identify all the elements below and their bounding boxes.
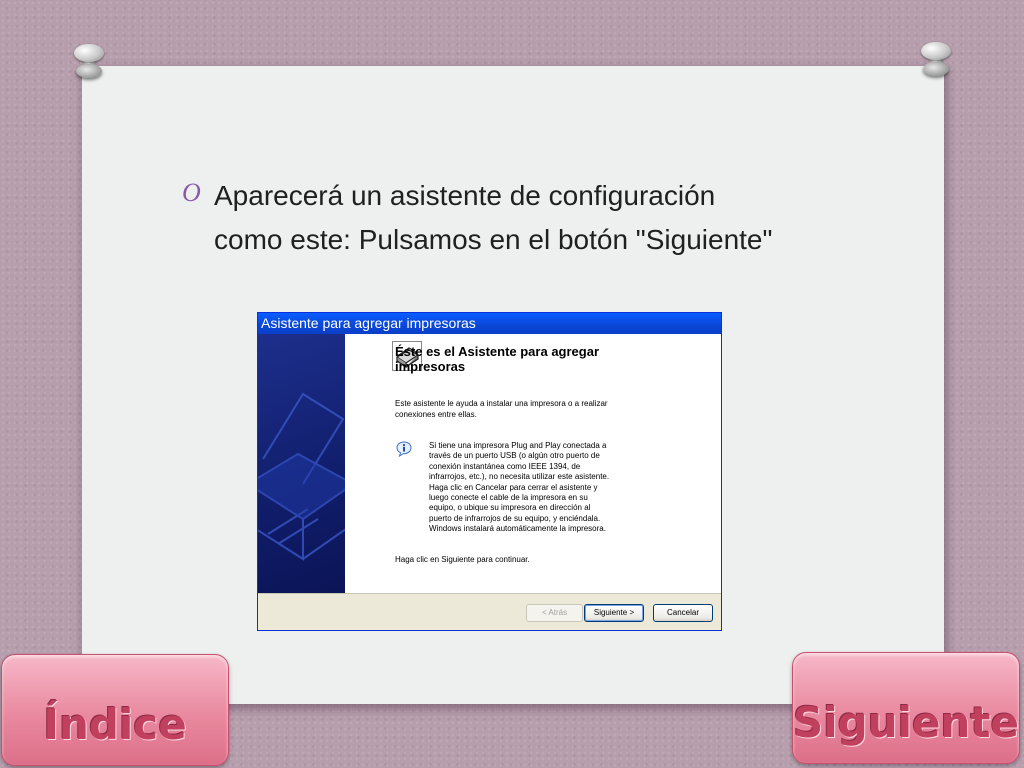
pushpin-top-right	[921, 42, 951, 76]
wizard-titlebar[interactable]: Asistente para agregar impresoras	[258, 313, 721, 334]
printer-watermark-graphic	[258, 392, 345, 561]
info-line: conexión instantánea como IEEE 1394, de	[429, 461, 581, 471]
wizard-intro: Este asistente le ayuda a instalar una i…	[395, 398, 645, 420]
info-line: luego conecte el cable de la impresora e…	[429, 493, 588, 503]
info-line: infrarrojos, etc.), no necesita utilizar…	[429, 472, 610, 482]
info-line: Windows instalará automáticamente la imp…	[429, 524, 606, 534]
wizard-info-text: Si tiene una impresora Plug and Play con…	[429, 441, 629, 535]
bullet-point: O Aparecerá un asistente de configuració…	[182, 174, 882, 262]
cancel-button[interactable]: Cancelar	[653, 604, 713, 622]
wizard-heading-line-1: Éste es el Asistente para agregar	[395, 344, 600, 359]
index-button[interactable]: Índice	[1, 654, 229, 766]
info-line: puerto de infrarrojos de su equipo, y en…	[429, 513, 601, 523]
info-line: Haga clic en Cancelar para cerrar el asi…	[429, 482, 598, 492]
bullet-glyph: O	[182, 178, 201, 207]
bullet-line-1: Aparecerá un asistente de configuración	[214, 180, 716, 211]
wizard-heading: Éste es el Asistente para agregar impres…	[395, 344, 695, 374]
bullet-text: Aparecerá un asistente de configuración …	[214, 174, 874, 262]
info-line: través de un puerto USB (o algún otro pu…	[429, 451, 600, 461]
wizard-continue-text: Haga clic en Siguiente para continuar.	[395, 555, 530, 564]
wizard-side-banner	[258, 334, 345, 593]
next-slide-button[interactable]: Siguiente	[792, 652, 1020, 764]
next-button[interactable]: Siguiente >	[584, 604, 644, 622]
wizard-intro-line-1: Este asistente le ayuda a instalar una i…	[395, 399, 608, 408]
pushpin-top-left	[74, 44, 104, 78]
back-button[interactable]: < Atrás	[526, 604, 583, 622]
wizard-footer: < Atrás Siguiente > Cancelar	[258, 593, 721, 630]
info-line: Si tiene una impresora Plug and Play con…	[429, 441, 607, 450]
wizard-content: Éste es el Asistente para agregar impres…	[345, 334, 721, 593]
info-icon	[396, 441, 412, 458]
wizard-body: Éste es el Asistente para agregar impres…	[258, 334, 721, 593]
wizard-intro-line-2: conexiones entre ellas.	[395, 410, 477, 419]
bullet-line-2: como este: Pulsamos en el botón "Siguien…	[214, 224, 773, 255]
info-line: equipo, o ubique su impresora en direcci…	[429, 503, 591, 513]
printer-wizard-window: Asistente para agregar impresoras Éste e…	[257, 312, 722, 631]
wizard-heading-line-2: impresoras	[395, 359, 466, 374]
